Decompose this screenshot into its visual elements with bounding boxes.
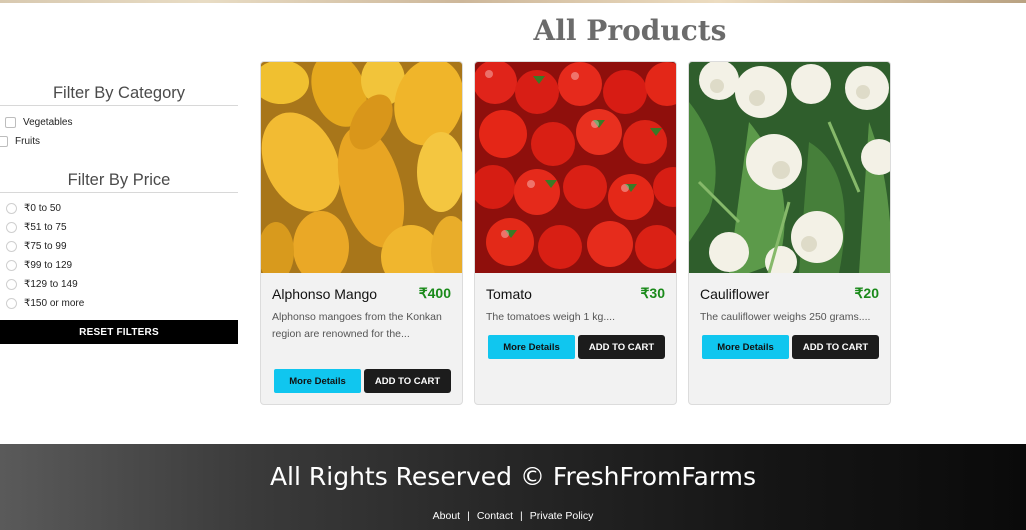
header-image-strip	[0, 0, 1026, 3]
product-description: The cauliflower weighs 250 grams....	[700, 311, 871, 323]
category-option-vegetables[interactable]: Vegetables	[0, 113, 238, 132]
add-to-cart-button[interactable]: ADD TO CART	[578, 335, 665, 359]
price-option-150-more[interactable]: ₹150 or more	[0, 294, 238, 313]
footer-separator: |	[520, 510, 523, 522]
price-option-75-99[interactable]: ₹75 to 99	[0, 237, 238, 256]
product-actions: More Details ADD TO CART	[274, 369, 451, 393]
price-option-label: ₹150 or more	[24, 298, 85, 309]
category-option-fruits[interactable]: Fruits	[0, 132, 238, 151]
price-option-label: ₹0 to 50	[24, 203, 61, 214]
vegetables-checkbox[interactable]	[5, 117, 16, 128]
price-option-129-149[interactable]: ₹129 to 149	[0, 275, 238, 294]
price-option-99-129[interactable]: ₹99 to 129	[0, 256, 238, 275]
cauliflower-image	[689, 62, 890, 273]
product-description: The tomatoes weigh 1 kg....	[486, 311, 615, 323]
price-option-0-50[interactable]: ₹0 to 50	[0, 199, 238, 218]
product-card-cauliflower: Cauliflower ₹20 The cauliflower weighs 2…	[688, 61, 891, 405]
price-radio[interactable]	[6, 222, 17, 233]
footer-link-about[interactable]: About	[433, 510, 460, 522]
filter-sidebar: Filter By Category Vegetables Fruits Fil…	[0, 84, 238, 313]
product-card-mango: Alphonso Mango ₹400 Alphonso mangoes fro…	[260, 61, 463, 405]
site-footer: All Rights Reserved © FreshFromFarms Abo…	[0, 444, 1026, 530]
product-price: ₹400	[418, 285, 451, 301]
price-radio[interactable]	[6, 298, 17, 309]
product-price: ₹20	[854, 285, 879, 301]
footer-copyright: All Rights Reserved © FreshFromFarms	[269, 462, 757, 491]
footer-link-contact[interactable]: Contact	[477, 510, 513, 522]
category-filter-heading: Filter By Category	[0, 84, 238, 106]
mango-image	[261, 62, 462, 273]
product-name: Alphonso Mango	[272, 286, 378, 302]
more-details-button[interactable]: More Details	[702, 335, 789, 359]
price-option-label: ₹99 to 129	[24, 260, 73, 271]
price-radio[interactable]	[6, 203, 17, 214]
price-option-label: ₹51 to 75	[24, 222, 67, 233]
price-filter-heading: Filter By Price	[0, 171, 238, 193]
footer-links: About | Contact | Private Policy	[0, 510, 1026, 522]
product-description: Alphonso mangoes from the Konkan region …	[272, 311, 442, 340]
product-name: Tomato	[486, 286, 532, 302]
more-details-button[interactable]: More Details	[274, 369, 361, 393]
page-title: All Products	[533, 14, 727, 47]
product-card-tomato: Tomato ₹30 The tomatoes weigh 1 kg.... M…	[474, 61, 677, 405]
price-option-51-75[interactable]: ₹51 to 75	[0, 218, 238, 237]
footer-link-private-policy[interactable]: Private Policy	[530, 510, 594, 522]
fruits-checkbox[interactable]	[0, 136, 8, 147]
price-radio[interactable]	[6, 241, 17, 252]
price-option-label: ₹129 to 149	[24, 279, 78, 290]
product-actions: More Details ADD TO CART	[488, 335, 665, 359]
price-radio[interactable]	[6, 260, 17, 271]
more-details-button[interactable]: More Details	[488, 335, 575, 359]
price-option-label: ₹75 to 99	[24, 241, 67, 252]
add-to-cart-button[interactable]: ADD TO CART	[792, 335, 879, 359]
product-actions: More Details ADD TO CART	[702, 335, 879, 359]
reset-filters-button[interactable]: RESET FILTERS	[0, 320, 238, 344]
price-radio[interactable]	[6, 279, 17, 290]
add-to-cart-button[interactable]: ADD TO CART	[364, 369, 451, 393]
product-price: ₹30	[640, 285, 665, 301]
product-name: Cauliflower	[700, 286, 770, 302]
tomato-image	[475, 62, 676, 273]
footer-separator: |	[467, 510, 470, 522]
category-option-label: Fruits	[15, 136, 40, 147]
category-option-label: Vegetables	[23, 117, 73, 128]
